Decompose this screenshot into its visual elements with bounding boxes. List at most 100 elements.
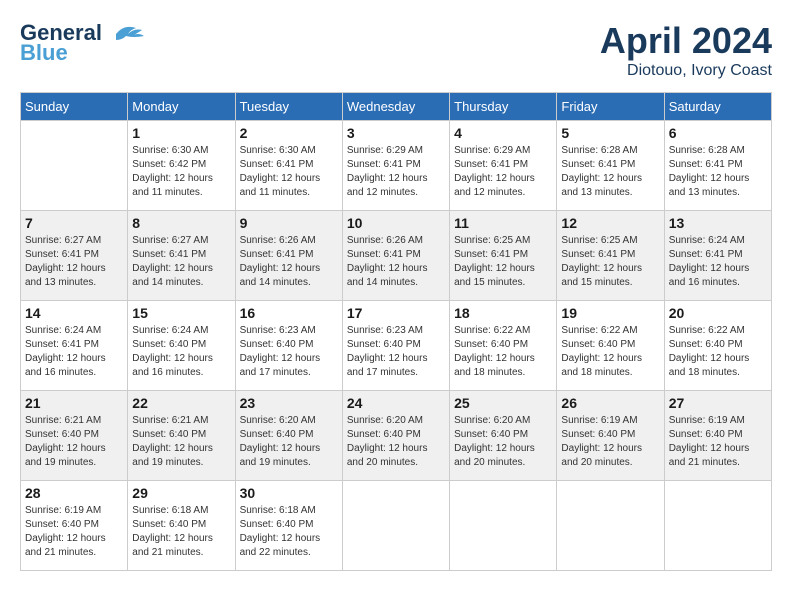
calendar-cell: 20Sunrise: 6:22 AMSunset: 6:40 PMDayligh…	[664, 301, 771, 391]
day-info: Sunrise: 6:20 AMSunset: 6:40 PMDaylight:…	[347, 414, 445, 470]
calendar-cell	[21, 121, 128, 211]
day-info: Sunrise: 6:27 AMSunset: 6:41 PMDaylight:…	[25, 234, 123, 290]
location-subtitle: Diotouo, Ivory Coast	[600, 62, 772, 80]
day-info: Sunrise: 6:23 AMSunset: 6:40 PMDaylight:…	[240, 324, 338, 380]
calendar-cell: 14 Sunrise: 6:24 AMSunset: 6:41 PMDayligh…	[21, 301, 128, 391]
calendar-header-row: SundayMondayTuesdayWednesdayThursdayFrid…	[21, 93, 772, 121]
calendar-cell: 28 Sunrise: 6:19 AMSunset: 6:40 PMDayligh…	[21, 481, 128, 571]
day-info: Sunrise: 6:20 AMSunset: 6:40 PMDaylight:…	[454, 414, 552, 470]
day-number: 9	[240, 215, 338, 231]
calendar-cell: 7 Sunrise: 6:27 AMSunset: 6:41 PMDaylight…	[21, 211, 128, 301]
calendar-cell: 1 Sunrise: 6:30 AMSunset: 6:42 PMDaylight…	[128, 121, 235, 211]
day-info: Sunrise: 6:25 AMSunset: 6:41 PMDaylight:…	[454, 234, 552, 290]
day-number: 28	[25, 485, 123, 501]
day-number: 16	[240, 305, 338, 321]
calendar-cell: 30 Sunrise: 6:18 AMSunset: 6:40 PMDayligh…	[235, 481, 342, 571]
day-number: 24	[347, 395, 445, 411]
day-number: 1	[132, 125, 230, 141]
day-info: Sunrise: 6:19 AMSunset: 6:40 PMDaylight:…	[25, 504, 123, 560]
day-number: 17	[347, 305, 445, 321]
calendar-week-row: 14 Sunrise: 6:24 AMSunset: 6:41 PMDayligh…	[21, 301, 772, 391]
day-info: Sunrise: 6:30 AMSunset: 6:41 PMDaylight:…	[240, 144, 338, 200]
calendar-cell: 19Sunrise: 6:22 AMSunset: 6:40 PMDayligh…	[557, 301, 664, 391]
calendar-cell: 22Sunrise: 6:21 AMSunset: 6:40 PMDayligh…	[128, 391, 235, 481]
day-info: Sunrise: 6:18 AMSunset: 6:40 PMDaylight:…	[132, 504, 230, 560]
calendar-week-row: 7 Sunrise: 6:27 AMSunset: 6:41 PMDaylight…	[21, 211, 772, 301]
day-info: Sunrise: 6:22 AMSunset: 6:40 PMDaylight:…	[561, 324, 659, 380]
day-info: Sunrise: 6:28 AMSunset: 6:41 PMDaylight:…	[561, 144, 659, 200]
day-number: 8	[132, 215, 230, 231]
day-number: 2	[240, 125, 338, 141]
calendar-cell: 27 Sunrise: 6:19 AMSunset: 6:40 PMDayligh…	[664, 391, 771, 481]
day-info: Sunrise: 6:22 AMSunset: 6:40 PMDaylight:…	[669, 324, 767, 380]
day-number: 5	[561, 125, 659, 141]
day-number: 13	[669, 215, 767, 231]
calendar-cell: 26Sunrise: 6:19 AMSunset: 6:40 PMDayligh…	[557, 391, 664, 481]
day-number: 26	[561, 395, 659, 411]
day-number: 23	[240, 395, 338, 411]
calendar-cell: 21Sunrise: 6:21 AMSunset: 6:40 PMDayligh…	[21, 391, 128, 481]
day-header-monday: Monday	[128, 93, 235, 121]
calendar-cell: 12 Sunrise: 6:25 AMSunset: 6:41 PMDayligh…	[557, 211, 664, 301]
calendar-week-row: 28 Sunrise: 6:19 AMSunset: 6:40 PMDayligh…	[21, 481, 772, 571]
day-number: 15	[132, 305, 230, 321]
day-number: 29	[132, 485, 230, 501]
title-area: April 2024 Diotouo, Ivory Coast	[600, 20, 772, 80]
day-number: 12	[561, 215, 659, 231]
calendar-week-row: 21Sunrise: 6:21 AMSunset: 6:40 PMDayligh…	[21, 391, 772, 481]
logo: General Blue	[20, 20, 144, 66]
day-header-tuesday: Tuesday	[235, 93, 342, 121]
calendar-cell: 16 Sunrise: 6:23 AMSunset: 6:40 PMDayligh…	[235, 301, 342, 391]
calendar-cell	[450, 481, 557, 571]
day-info: Sunrise: 6:24 AMSunset: 6:41 PMDaylight:…	[669, 234, 767, 290]
calendar-cell: 2 Sunrise: 6:30 AMSunset: 6:41 PMDaylight…	[235, 121, 342, 211]
day-info: Sunrise: 6:19 AMSunset: 6:40 PMDaylight:…	[669, 414, 767, 470]
calendar-cell: 5 Sunrise: 6:28 AMSunset: 6:41 PMDaylight…	[557, 121, 664, 211]
calendar-cell: 4 Sunrise: 6:29 AMSunset: 6:41 PMDaylight…	[450, 121, 557, 211]
day-number: 10	[347, 215, 445, 231]
day-number: 18	[454, 305, 552, 321]
day-number: 4	[454, 125, 552, 141]
calendar-cell: 18 Sunrise: 6:22 AMSunset: 6:40 PMDayligh…	[450, 301, 557, 391]
day-header-thursday: Thursday	[450, 93, 557, 121]
day-number: 30	[240, 485, 338, 501]
calendar-cell: 9Sunrise: 6:26 AMSunset: 6:41 PMDaylight…	[235, 211, 342, 301]
calendar-cell: 25Sunrise: 6:20 AMSunset: 6:40 PMDayligh…	[450, 391, 557, 481]
day-info: Sunrise: 6:21 AMSunset: 6:40 PMDaylight:…	[25, 414, 123, 470]
logo-bird-icon	[106, 22, 144, 44]
page-header: General Blue April 2024 Diotouo, Ivory C…	[20, 20, 772, 80]
calendar-cell: 10Sunrise: 6:26 AMSunset: 6:41 PMDayligh…	[342, 211, 449, 301]
day-number: 11	[454, 215, 552, 231]
calendar-cell	[557, 481, 664, 571]
day-header-saturday: Saturday	[664, 93, 771, 121]
day-info: Sunrise: 6:22 AMSunset: 6:40 PMDaylight:…	[454, 324, 552, 380]
day-header-sunday: Sunday	[21, 93, 128, 121]
day-header-friday: Friday	[557, 93, 664, 121]
day-info: Sunrise: 6:24 AMSunset: 6:40 PMDaylight:…	[132, 324, 230, 380]
calendar-cell: 15 Sunrise: 6:24 AMSunset: 6:40 PMDayligh…	[128, 301, 235, 391]
calendar-cell: 11 Sunrise: 6:25 AMSunset: 6:41 PMDayligh…	[450, 211, 557, 301]
calendar-cell: 3Sunrise: 6:29 AMSunset: 6:41 PMDaylight…	[342, 121, 449, 211]
logo-text-blue: Blue	[20, 40, 68, 66]
day-info: Sunrise: 6:18 AMSunset: 6:40 PMDaylight:…	[240, 504, 338, 560]
day-info: Sunrise: 6:30 AMSunset: 6:42 PMDaylight:…	[132, 144, 230, 200]
day-number: 14	[25, 305, 123, 321]
day-info: Sunrise: 6:24 AMSunset: 6:41 PMDaylight:…	[25, 324, 123, 380]
calendar-cell: 24 Sunrise: 6:20 AMSunset: 6:40 PMDayligh…	[342, 391, 449, 481]
calendar-cell: 23 Sunrise: 6:20 AMSunset: 6:40 PMDayligh…	[235, 391, 342, 481]
calendar-week-row: 1 Sunrise: 6:30 AMSunset: 6:42 PMDaylight…	[21, 121, 772, 211]
day-info: Sunrise: 6:25 AMSunset: 6:41 PMDaylight:…	[561, 234, 659, 290]
calendar-cell: 17 Sunrise: 6:23 AMSunset: 6:40 PMDayligh…	[342, 301, 449, 391]
day-info: Sunrise: 6:23 AMSunset: 6:40 PMDaylight:…	[347, 324, 445, 380]
day-number: 6	[669, 125, 767, 141]
calendar-cell: 13 Sunrise: 6:24 AMSunset: 6:41 PMDayligh…	[664, 211, 771, 301]
day-number: 7	[25, 215, 123, 231]
day-info: Sunrise: 6:20 AMSunset: 6:40 PMDaylight:…	[240, 414, 338, 470]
calendar-cell	[342, 481, 449, 571]
day-info: Sunrise: 6:29 AMSunset: 6:41 PMDaylight:…	[454, 144, 552, 200]
day-number: 27	[669, 395, 767, 411]
day-number: 22	[132, 395, 230, 411]
day-header-wednesday: Wednesday	[342, 93, 449, 121]
month-title: April 2024	[600, 20, 772, 62]
calendar-cell	[664, 481, 771, 571]
